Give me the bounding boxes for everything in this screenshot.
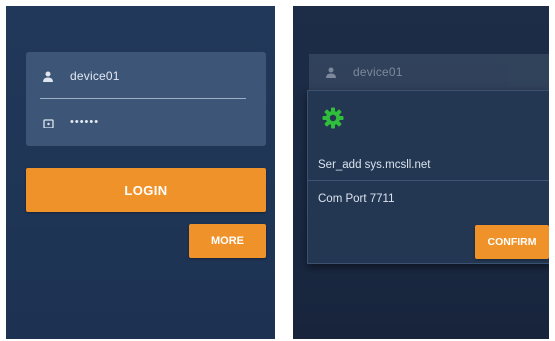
gear-icon (322, 107, 344, 129)
confirm-button[interactable]: CONFIRM (475, 225, 549, 259)
user-icon (26, 71, 70, 82)
username-field[interactable]: device01 (26, 56, 266, 96)
username-value: device01 (353, 65, 403, 79)
more-button[interactable]: MORE (189, 224, 266, 258)
username-value: device01 (70, 69, 120, 83)
server-address-field[interactable]: Ser_add sys.mcsll.net (318, 159, 431, 171)
settings-dialog: Ser_add sys.mcsll.net Com Port 7711 CONF… (307, 90, 549, 264)
username-field-background: device01 (309, 54, 549, 90)
login-screen: device01 •••••• LOGIN MORE (6, 6, 275, 339)
settings-screen: device01 Ser_add sys.mcsll.net Com Port … (293, 6, 549, 339)
dialog-divider (308, 180, 549, 181)
user-icon (309, 67, 353, 78)
credentials-card: device01 •••••• (26, 52, 266, 146)
field-divider (40, 98, 246, 99)
login-button[interactable]: LOGIN (26, 168, 266, 212)
lock-icon (26, 116, 70, 128)
password-field[interactable]: •••••• (26, 102, 266, 142)
password-value: •••••• (70, 116, 100, 128)
com-port-field[interactable]: Com Port 7711 (318, 193, 395, 205)
